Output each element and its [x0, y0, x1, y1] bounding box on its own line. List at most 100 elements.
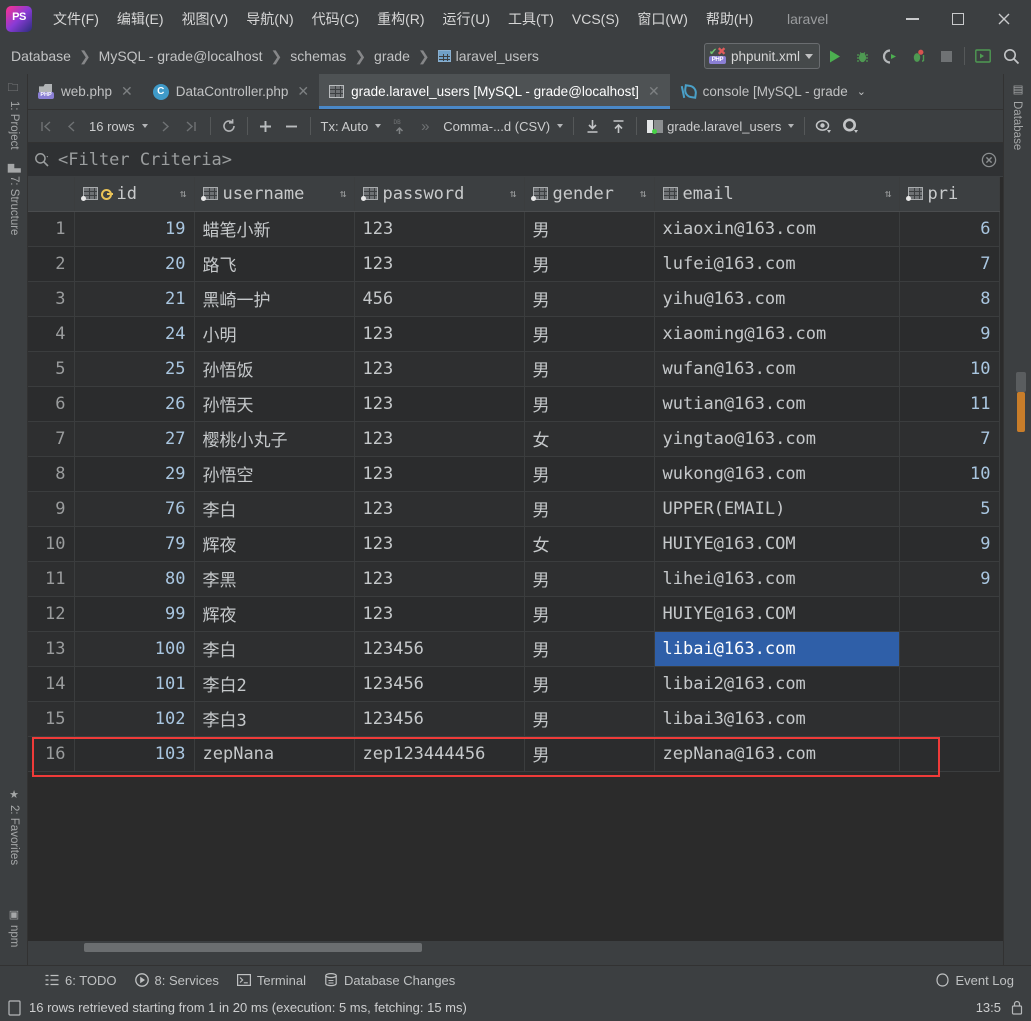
cell-email[interactable]: libai3@163.com	[654, 701, 900, 737]
first-page-button[interactable]	[32, 113, 58, 139]
cell-email[interactable]: HUIYE@163.COM	[654, 596, 900, 632]
terminal-toggle-button[interactable]	[969, 42, 997, 70]
tool-window-terminal[interactable]: Terminal	[228, 970, 315, 991]
cell-pri[interactable]: 7	[899, 421, 1000, 457]
tool-window-todo[interactable]: 6: TODO	[36, 970, 126, 991]
filter-input[interactable]: <Filter Criteria>	[58, 150, 232, 170]
stop-button[interactable]	[932, 42, 960, 70]
toolbar-overflow-button[interactable]: »	[412, 113, 438, 139]
tab-console[interactable]: console [MySQL - grade ⌄	[670, 74, 876, 109]
profile-button[interactable]	[904, 42, 932, 70]
cell-username[interactable]: 樱桃小丸子	[194, 421, 355, 457]
sort-indicator-icon[interactable]: ⇅	[180, 187, 187, 200]
add-row-button[interactable]	[253, 113, 279, 139]
cell-email-selected[interactable]: libai@163.com	[654, 631, 900, 667]
table-row[interactable]: 6 26 孙悟天 123 男 wutian@163.com 11	[28, 386, 1000, 422]
cell-username[interactable]: 李黑	[194, 561, 355, 597]
table-row[interactable]: 14 101 李白2 123456 男 libai2@163.com	[28, 666, 1000, 702]
cell-id[interactable]: 103	[74, 736, 195, 772]
cell-id[interactable]: 24	[74, 316, 195, 352]
cell-id[interactable]: 25	[74, 351, 195, 387]
cell-gender[interactable]: 男	[524, 701, 655, 737]
cell-pri[interactable]: 8	[899, 281, 1000, 317]
cell-gender[interactable]: 男	[524, 491, 655, 527]
cell-email[interactable]: yingtao@163.com	[654, 421, 900, 457]
tab-web-php[interactable]: PHP web.php ✕	[28, 74, 143, 109]
cell-id[interactable]: 76	[74, 491, 195, 527]
cell-gender[interactable]: 女	[524, 526, 655, 562]
breadcrumb-schemas[interactable]: schemas	[287, 46, 349, 66]
cell-email[interactable]: lufei@163.com	[654, 246, 900, 282]
cell-pri[interactable]	[899, 736, 1000, 772]
filter-bar[interactable]: <Filter Criteria>	[28, 143, 1003, 177]
maximize-button[interactable]	[935, 0, 981, 38]
cell-gender[interactable]: 男	[524, 246, 655, 282]
vertical-scrollbar-thumb[interactable]	[1016, 372, 1026, 392]
data-grid[interactable]: id ⇅ username ⇅ password ⇅ gender ⇅ emai…	[28, 177, 1003, 941]
cell-id[interactable]: 100	[74, 631, 195, 667]
cell-password[interactable]: 123456	[354, 701, 525, 737]
table-row[interactable]: 2 20 路飞 123 男 lufei@163.com 7	[28, 246, 1000, 282]
cell-username[interactable]: 蜡笔小新	[194, 211, 355, 247]
cell-gender[interactable]: 男	[524, 666, 655, 702]
tool-window-services[interactable]: 8: Services	[126, 970, 228, 991]
cell-username[interactable]: 辉夜	[194, 526, 355, 562]
cell-username[interactable]: 李白2	[194, 666, 355, 702]
menu-item-navigate[interactable]: 导航(N)	[237, 5, 302, 33]
debug-button[interactable]	[848, 42, 876, 70]
menu-item-run[interactable]: 运行(U)	[434, 5, 499, 33]
cell-gender[interactable]: 男	[524, 596, 655, 632]
sidebar-item-structure[interactable]: ▟ 7: Structure	[0, 160, 28, 240]
cell-password[interactable]: zep123444456	[354, 736, 525, 772]
sort-indicator-icon[interactable]: ⇅	[340, 187, 347, 200]
cell-email[interactable]: xiaoxin@163.com	[654, 211, 900, 247]
tab-close-icon[interactable]: ✕	[121, 83, 133, 100]
cell-password[interactable]: 123	[354, 211, 525, 247]
cell-gender[interactable]: 男	[524, 316, 655, 352]
table-row[interactable]: 5 25 孙悟饭 123 男 wufan@163.com 10	[28, 351, 1000, 387]
cell-id[interactable]: 80	[74, 561, 195, 597]
cell-password[interactable]: 123	[354, 316, 525, 352]
tab-datacontroller-php[interactable]: C DataController.php ✕	[143, 74, 319, 109]
table-row[interactable]: 12 99 辉夜 123 男 HUIYE@163.COM	[28, 596, 1000, 632]
cell-email[interactable]: wutian@163.com	[654, 386, 900, 422]
table-row[interactable]: 15 102 李白3 123456 男 libai3@163.com	[28, 701, 1000, 737]
cell-id[interactable]: 102	[74, 701, 195, 737]
menu-item-help[interactable]: 帮助(H)	[697, 5, 762, 33]
cell-pri[interactable]: 9	[899, 526, 1000, 562]
cell-id[interactable]: 20	[74, 246, 195, 282]
cell-username[interactable]: 李白3	[194, 701, 355, 737]
menu-item-code[interactable]: 代码(C)	[303, 5, 368, 33]
cell-email[interactable]: UPPER(EMAIL)	[654, 491, 900, 527]
table-row[interactable]: 4 24 小明 123 男 xiaoming@163.com 9	[28, 316, 1000, 352]
cell-pri[interactable]	[899, 631, 1000, 667]
cell-password[interactable]: 456	[354, 281, 525, 317]
cell-username[interactable]: 孙悟天	[194, 386, 355, 422]
sort-indicator-icon[interactable]: ⇅	[510, 187, 517, 200]
sort-indicator-icon[interactable]: ⇅	[640, 187, 647, 200]
cell-email[interactable]: HUIYE@163.COM	[654, 526, 900, 562]
tab-close-icon[interactable]: ✕	[648, 83, 660, 100]
close-button[interactable]	[981, 0, 1027, 38]
cell-password[interactable]: 123456	[354, 666, 525, 702]
cell-pri[interactable]: 9	[899, 561, 1000, 597]
cell-username[interactable]: 孙悟空	[194, 456, 355, 492]
cell-gender[interactable]: 男	[524, 631, 655, 667]
cell-email[interactable]: wukong@163.com	[654, 456, 900, 492]
table-selector[interactable]: grade.laravel_users	[642, 113, 799, 139]
column-header-gender[interactable]: gender ⇅	[524, 177, 655, 212]
cell-email[interactable]: zepNana@163.com	[654, 736, 900, 772]
menu-item-view[interactable]: 视图(V)	[173, 5, 238, 33]
breadcrumb-database[interactable]: Database	[8, 46, 74, 66]
cell-pri[interactable]: 9	[899, 316, 1000, 352]
breadcrumb-connection[interactable]: MySQL - grade@localhost	[96, 46, 266, 66]
row-count-selector[interactable]: 16 rows	[84, 113, 153, 139]
vertical-scrollbar-marker[interactable]	[1017, 392, 1025, 432]
cell-id[interactable]: 101	[74, 666, 195, 702]
export-data-button[interactable]	[605, 113, 631, 139]
column-header-email[interactable]: email ⇅	[654, 177, 900, 212]
cell-username[interactable]: 路飞	[194, 246, 355, 282]
cell-pri[interactable]	[899, 666, 1000, 702]
cell-gender[interactable]: 女	[524, 421, 655, 457]
cell-pri[interactable]	[899, 701, 1000, 737]
